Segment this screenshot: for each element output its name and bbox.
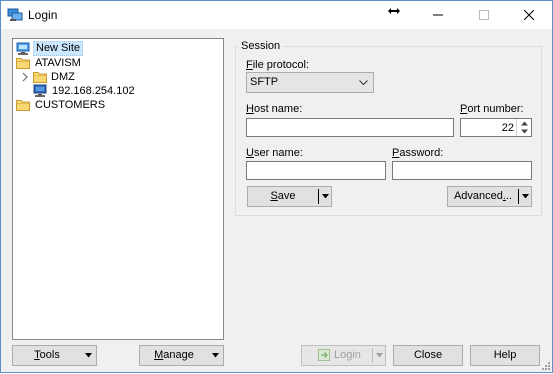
folder-icon: [16, 98, 30, 112]
folder-icon: [33, 70, 47, 84]
file-protocol-label: File protocol:: [246, 59, 309, 71]
tree-item-customers[interactable]: CUSTOMERS: [16, 98, 116, 112]
chevron-down-icon: [359, 80, 368, 86]
minimize-button[interactable]: [415, 1, 461, 29]
computer-icon: [16, 42, 30, 56]
dropdown-arrow-icon: [212, 353, 219, 358]
tree-item-atavism[interactable]: ATAVISM: [16, 56, 116, 70]
login-button[interactable]: Login: [301, 345, 386, 366]
save-button[interactable]: Save: [247, 186, 332, 207]
help-button[interactable]: Help: [470, 345, 540, 366]
file-protocol-select[interactable]: SFTP: [246, 72, 374, 93]
app-icon: [7, 7, 23, 23]
manage-button-label: Manage: [154, 349, 194, 361]
spin-down-icon[interactable]: [521, 129, 528, 134]
manage-button[interactable]: Manage: [139, 345, 224, 366]
host-name-label: Host name:: [246, 103, 303, 115]
tree-item-label: New Site: [33, 41, 84, 56]
window-title: Login: [28, 8, 58, 22]
title-bar[interactable]: Login: [1, 1, 552, 29]
folder-icon: [16, 56, 30, 70]
tree-item-label: CUSTOMERS: [35, 99, 106, 111]
tree-item-label: ATAVISM: [35, 57, 81, 69]
computer-icon: [33, 84, 47, 98]
close-window-button[interactable]: [506, 1, 552, 29]
port-number-label: Port number:: [460, 103, 524, 115]
file-protocol-value: SFTP: [250, 76, 279, 88]
maximize-button[interactable]: [461, 1, 507, 29]
password-label: Password:: [392, 147, 444, 159]
password-input[interactable]: [392, 161, 532, 180]
port-number-stepper[interactable]: 22: [460, 118, 532, 137]
port-spin-buttons[interactable]: [516, 119, 531, 136]
dropdown-arrow-icon: [85, 353, 92, 358]
login-button-label: Login: [316, 346, 370, 365]
chevron-right-icon[interactable]: [19, 70, 33, 84]
session-group-title: Session: [239, 40, 283, 52]
tree-item-new-site[interactable]: New Site: [16, 41, 116, 56]
dropdown-arrow-icon[interactable]: [322, 194, 329, 199]
login-window: Login New Site ATAVISM DMZ 192.168.254.1…: [0, 0, 553, 373]
tree-item-site-host[interactable]: 192.168.254.102: [33, 84, 153, 98]
dropdown-arrow-icon[interactable]: [522, 194, 529, 199]
host-name-input[interactable]: [246, 118, 454, 137]
advanced-button-label: Advanced...: [453, 190, 513, 202]
advanced-button[interactable]: Advanced...: [447, 186, 532, 207]
close-button[interactable]: Close: [393, 345, 463, 366]
user-name-label: User name:: [246, 147, 303, 159]
tools-button-label: Tools: [34, 349, 60, 361]
user-name-input[interactable]: [246, 161, 386, 180]
port-number-value: 22: [501, 122, 514, 134]
spin-up-icon[interactable]: [521, 121, 528, 126]
resize-grip-icon[interactable]: [541, 361, 551, 371]
save-button-label: Save: [270, 190, 296, 202]
tree-item-label: DMZ: [51, 71, 75, 83]
site-tree[interactable]: New Site ATAVISM DMZ 192.168.254.102 CUS…: [12, 38, 224, 340]
resize-cursor-icon: [387, 5, 401, 19]
tools-button[interactable]: Tools: [12, 345, 97, 366]
tree-item-label: 192.168.254.102: [52, 85, 135, 97]
login-icon: [318, 349, 330, 361]
tree-item-dmz[interactable]: DMZ: [19, 70, 119, 84]
dropdown-arrow-icon: [376, 353, 383, 358]
